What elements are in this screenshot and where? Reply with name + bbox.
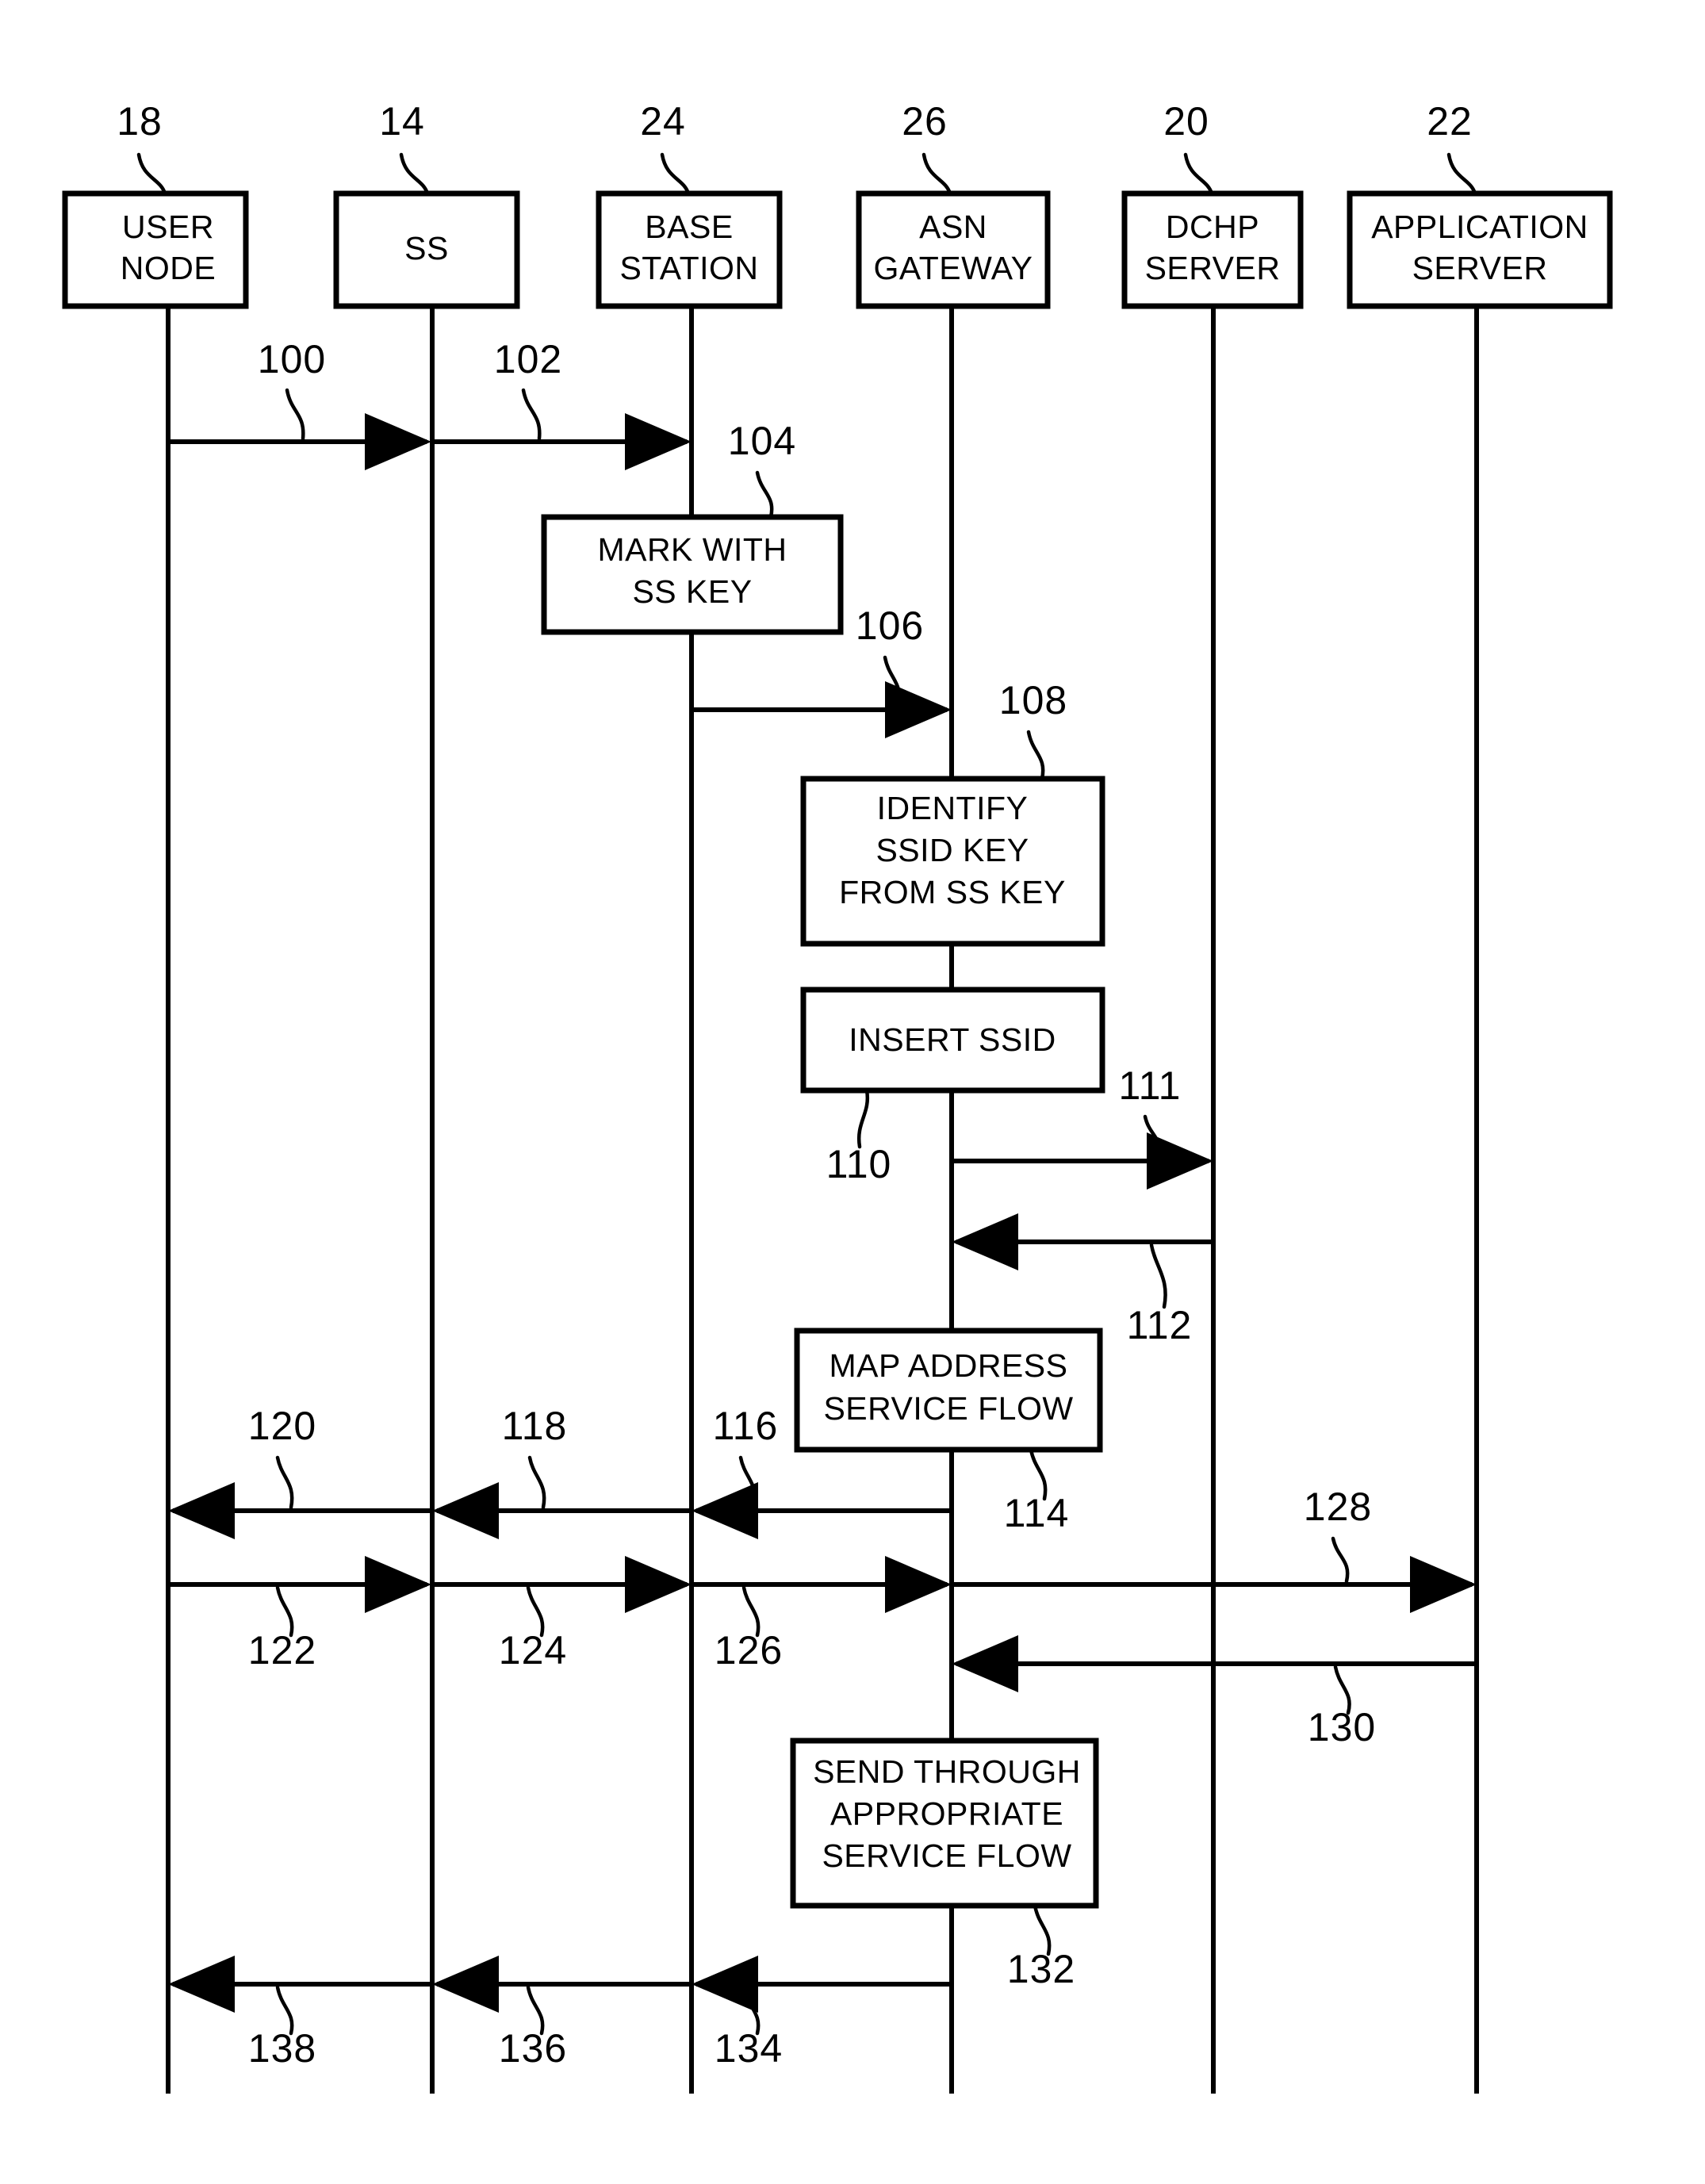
ref-numeral-24: 24 xyxy=(640,99,686,144)
process-label-104-line2: SS KEY xyxy=(632,573,752,610)
ref-numeral-18: 18 xyxy=(117,99,163,144)
ref-numeral-134: 134 xyxy=(715,2026,783,2071)
lifeline-label-application-server-line2: SERVER xyxy=(1412,250,1548,286)
message-122[interactable]: 122 xyxy=(168,1556,431,1672)
lifeline-reference-numerals: 18 14 24 26 20 22 xyxy=(117,99,1477,196)
process-label-114-line2: SERVICE FLOW xyxy=(823,1390,1073,1427)
ref-numeral-128: 128 xyxy=(1304,1485,1372,1529)
message-118[interactable]: 118 xyxy=(432,1404,692,1539)
ref-numeral-102: 102 xyxy=(494,337,562,381)
ref-numeral-126: 126 xyxy=(715,1628,783,1672)
ref-numeral-20: 20 xyxy=(1163,99,1209,144)
leader-line-100 xyxy=(285,388,305,441)
process-label-132-line3: SERVICE FLOW xyxy=(822,1837,1071,1874)
lifeline-header-application-server[interactable]: APPLICATION SERVER xyxy=(1347,190,1613,309)
process-box-132[interactable]: SEND THROUGH APPROPRIATE SERVICE FLOW 13… xyxy=(790,1738,1099,1991)
process-label-104-line1: MARK WITH xyxy=(597,531,787,568)
message-100[interactable]: 100 xyxy=(168,337,431,470)
lifeline-headers: USER NODE SS BASE STATION ASN GATEWAY DC… xyxy=(62,190,1613,309)
ref-numeral-136: 136 xyxy=(499,2026,567,2071)
message-136[interactable]: 136 xyxy=(432,1956,692,2071)
lifeline-header-ss[interactable]: SS xyxy=(333,190,520,309)
lifeline-label-application-server-line1: APPLICATION xyxy=(1371,209,1588,245)
ref-numeral-132: 132 xyxy=(1007,1947,1075,1991)
leader-line-26 xyxy=(921,152,952,196)
process-label-108-line2: SSID KEY xyxy=(875,832,1029,868)
ref-numeral-108: 108 xyxy=(999,678,1067,722)
lifeline-header-user-node[interactable]: USER NODE xyxy=(62,190,249,309)
leader-line-120 xyxy=(275,1455,294,1510)
ref-numeral-112: 112 xyxy=(1127,1303,1193,1347)
leader-line-116 xyxy=(738,1455,757,1510)
process-label-132-line2: APPROPRIATE xyxy=(830,1795,1063,1832)
message-138[interactable]: 138 xyxy=(168,1956,432,2071)
ref-numeral-118: 118 xyxy=(502,1404,568,1448)
ref-numeral-104: 104 xyxy=(728,419,796,463)
process-label-114-line1: MAP ADDRESS xyxy=(830,1347,1068,1384)
ref-numeral-114: 114 xyxy=(1004,1491,1070,1535)
leader-line-14 xyxy=(399,152,430,196)
lifeline-header-asn-gateway[interactable]: ASN GATEWAY xyxy=(856,190,1051,309)
message-130[interactable]: 130 xyxy=(952,1635,1477,1749)
ref-numeral-106: 106 xyxy=(856,603,924,648)
ref-numeral-138: 138 xyxy=(248,2026,316,2071)
lifeline-label-user-node-line1: USER xyxy=(122,209,214,245)
ref-numeral-26: 26 xyxy=(902,99,948,144)
ref-numeral-111: 111 xyxy=(1118,1063,1181,1108)
leader-line-104 xyxy=(755,470,774,519)
lifeline-label-base-station-line1: BASE xyxy=(645,209,733,245)
ref-numeral-14: 14 xyxy=(379,99,425,144)
lifeline-header-base-station[interactable]: BASE STATION xyxy=(596,190,783,309)
lifeline-header-dchp-server[interactable]: DCHP SERVER xyxy=(1121,190,1304,309)
ref-numeral-22: 22 xyxy=(1427,99,1473,144)
ref-numeral-110: 110 xyxy=(826,1142,892,1186)
message-126[interactable]: 126 xyxy=(692,1556,952,1672)
process-box-114[interactable]: MAP ADDRESS SERVICE FLOW 114 xyxy=(794,1328,1103,1535)
lifeline-label-dchp-server-line1: DCHP xyxy=(1166,209,1259,245)
ref-numeral-120: 120 xyxy=(248,1404,316,1448)
leader-line-24 xyxy=(660,152,691,196)
message-120[interactable]: 120 xyxy=(168,1404,432,1539)
leader-line-18 xyxy=(136,152,167,196)
leader-line-112 xyxy=(1149,1243,1167,1309)
ref-numeral-100: 100 xyxy=(258,337,326,381)
ref-numeral-116: 116 xyxy=(713,1404,779,1448)
ref-numeral-124: 124 xyxy=(499,1628,567,1672)
ref-numeral-130: 130 xyxy=(1308,1705,1376,1749)
leader-line-110 xyxy=(856,1088,870,1149)
message-124[interactable]: 124 xyxy=(432,1556,692,1672)
process-label-110-line1: INSERT SSID xyxy=(849,1021,1056,1058)
lifeline-label-asn-gateway-line2: GATEWAY xyxy=(874,250,1033,286)
leader-line-106 xyxy=(883,655,902,709)
process-label-132-line1: SEND THROUGH xyxy=(813,1753,1081,1790)
leader-line-22 xyxy=(1446,152,1477,196)
process-label-108-line3: FROM SS KEY xyxy=(839,874,1066,910)
lifeline-label-base-station-line2: STATION xyxy=(619,250,758,286)
lifeline-label-asn-gateway-line1: ASN xyxy=(919,209,987,245)
leader-line-118 xyxy=(527,1455,546,1510)
leader-line-20 xyxy=(1183,152,1214,196)
lifeline-label-ss-line1: SS xyxy=(404,230,449,266)
lifeline-label-user-node-line2: NODE xyxy=(121,250,216,286)
message-102[interactable]: 102 xyxy=(432,337,692,470)
leader-line-108 xyxy=(1026,730,1045,781)
leader-line-102 xyxy=(521,388,542,441)
sequence-diagram: USER NODE SS BASE STATION ASN GATEWAY DC… xyxy=(62,99,1613,2094)
leader-line-111 xyxy=(1143,1114,1162,1160)
message-134[interactable]: 134 xyxy=(692,1956,952,2071)
ref-numeral-122: 122 xyxy=(248,1628,316,1672)
lifeline-label-dchp-server-line2: SERVER xyxy=(1145,250,1281,286)
process-label-108-line1: IDENTIFY xyxy=(877,790,1029,826)
leader-line-128 xyxy=(1331,1536,1350,1584)
patent-figure-sheet: USER NODE SS BASE STATION ASN GATEWAY DC… xyxy=(0,0,1705,2184)
